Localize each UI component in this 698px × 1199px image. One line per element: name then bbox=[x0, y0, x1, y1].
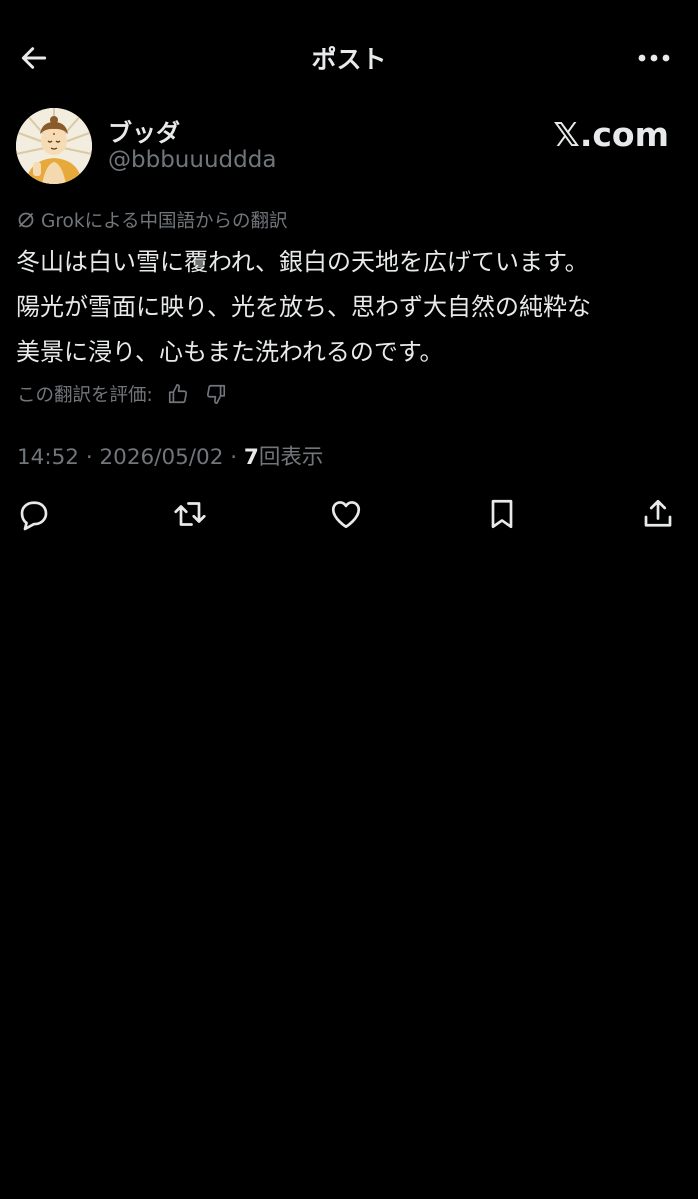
post-text-line: 冬山は白い雪に覆われ、銀白の天地を広げています。 bbox=[16, 248, 589, 276]
bookmark-icon bbox=[491, 499, 513, 529]
share-button[interactable] bbox=[636, 492, 680, 536]
views-label: 回表示 bbox=[258, 445, 324, 470]
top-bar: ポスト bbox=[0, 0, 698, 116]
repost-icon bbox=[174, 502, 206, 526]
x-com-watermark: 𝕏.com bbox=[553, 115, 669, 154]
heart-icon bbox=[331, 501, 361, 529]
post-text: 冬山は白い雪に覆われ、銀白の天地を広げています。 陽光が雪面に映り、光を放ち、思… bbox=[16, 240, 684, 375]
post-date[interactable]: 2026/05/02 bbox=[99, 445, 223, 470]
thumbs-down-button[interactable] bbox=[203, 381, 229, 407]
post-text-line: 美景に浸り、心もまた洗われるのです。 bbox=[16, 338, 444, 366]
more-horizontal-icon bbox=[638, 54, 670, 62]
buddha-avatar-image bbox=[16, 108, 92, 184]
views-count: 7 bbox=[243, 445, 259, 470]
rate-translation-row: この翻訳を評価: bbox=[17, 381, 229, 407]
reply-button[interactable] bbox=[12, 492, 56, 536]
display-name[interactable]: ブッダ bbox=[108, 113, 180, 148]
post-text-line: 陽光が雪面に映り、光を放ち、思わず大自然の純粋な bbox=[16, 293, 592, 321]
user-handle[interactable]: @bbbuuuddda bbox=[108, 147, 276, 173]
post-meta: 14:52 · 2026/05/02 · 7回表示 bbox=[17, 440, 323, 471]
repost-button[interactable] bbox=[168, 492, 212, 536]
avatar[interactable] bbox=[16, 108, 92, 184]
thumbs-up-button[interactable] bbox=[165, 381, 191, 407]
thumbs-down-icon bbox=[206, 384, 225, 404]
reply-icon bbox=[20, 501, 48, 531]
like-button[interactable] bbox=[324, 492, 368, 536]
share-icon bbox=[644, 499, 672, 527]
post-time[interactable]: 14:52 bbox=[17, 445, 79, 470]
grok-icon bbox=[17, 211, 35, 229]
bookmark-button[interactable] bbox=[480, 492, 524, 536]
translation-note-text: Grokによる中国語からの翻訳 bbox=[41, 211, 288, 232]
meta-separator: · bbox=[85, 445, 100, 470]
rate-translation-label: この翻訳を評価: bbox=[17, 385, 153, 406]
translation-note[interactable]: Grokによる中国語からの翻訳 bbox=[17, 207, 288, 233]
more-options-button[interactable] bbox=[632, 42, 676, 74]
thumbs-up-icon bbox=[168, 384, 187, 404]
page-title: ポスト bbox=[311, 45, 387, 74]
meta-separator: · bbox=[230, 445, 244, 470]
action-bar bbox=[0, 492, 698, 536]
